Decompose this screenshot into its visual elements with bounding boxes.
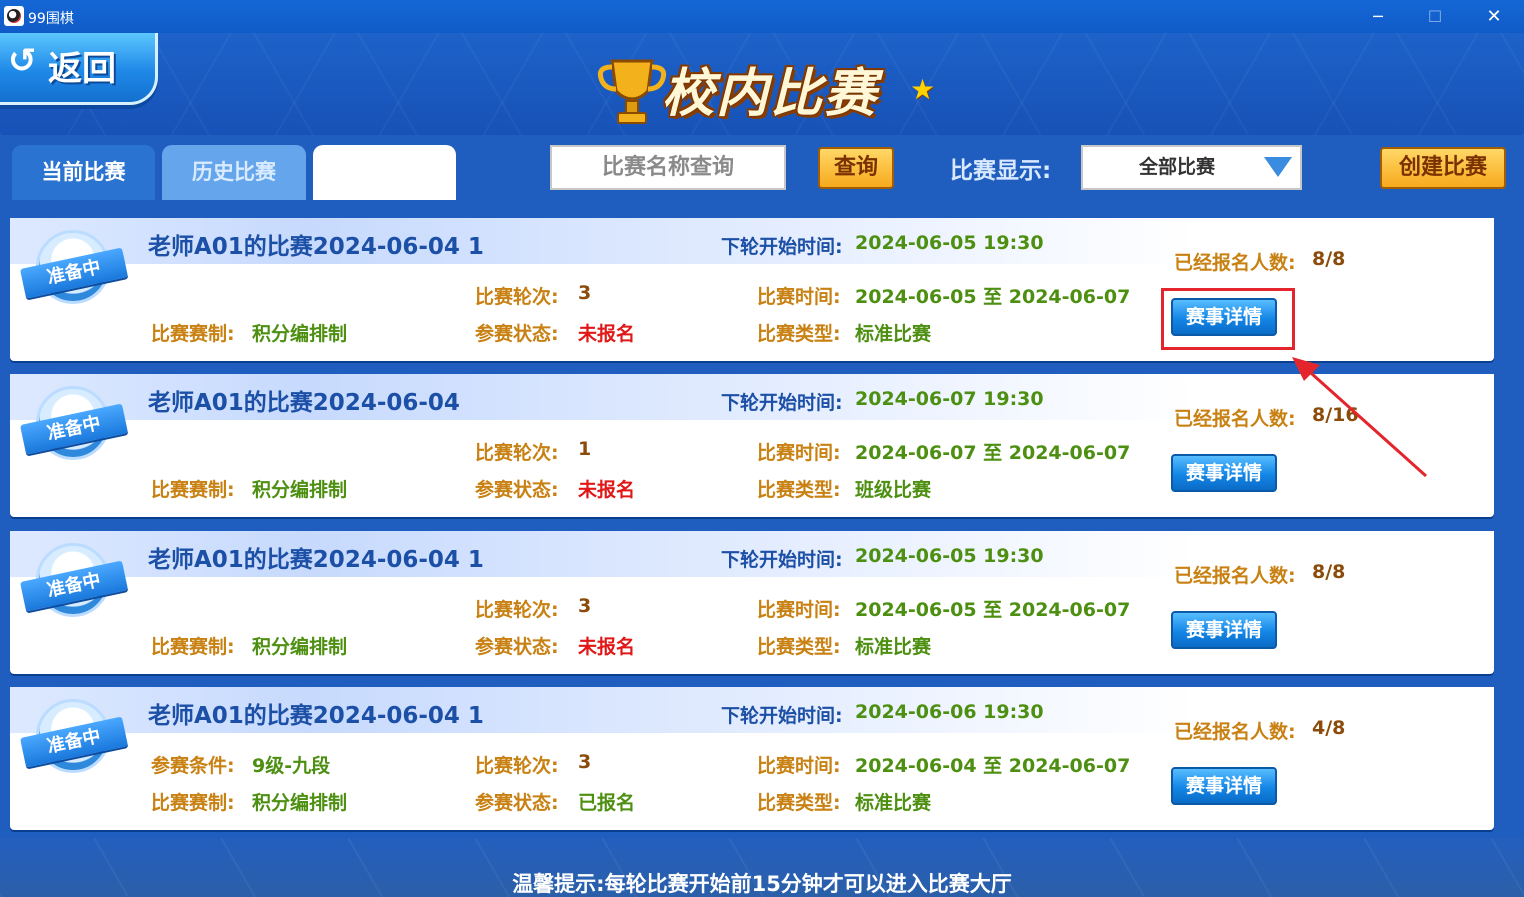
type-value: 标准比赛 <box>855 323 932 345</box>
search-button[interactable]: 查询 <box>818 147 894 189</box>
next-round-label: 下轮开始时间: <box>721 392 843 414</box>
filter-label: 比赛显示: <box>950 158 1052 184</box>
rounds-value: 3 <box>578 282 592 304</box>
status-value: 未报名 <box>578 636 636 658</box>
rounds-value: 3 <box>578 595 592 617</box>
page-title: 校内比赛 <box>662 64 879 124</box>
filter-select[interactable]: 全部比赛 <box>1081 145 1302 190</box>
next-round-value: 2024-06-05 19:30 <box>855 232 1044 254</box>
status-badge: 准备中 <box>20 230 128 306</box>
match-title: 老师A01的比赛2024-06-04 1 <box>148 234 484 260</box>
time-label: 比赛时间: <box>757 755 841 777</box>
match-detail-button[interactable]: 赛事详情 <box>1171 611 1277 649</box>
system-label: 比赛赛制: <box>151 792 235 814</box>
chevron-down-icon[interactable] <box>1264 157 1292 177</box>
type-label: 比赛类型: <box>757 323 841 345</box>
system-label: 比赛赛制: <box>151 636 235 658</box>
back-button-label: 返回 <box>48 49 116 89</box>
status-badge: 准备中 <box>20 386 128 462</box>
time-label: 比赛时间: <box>757 599 841 621</box>
match-card: 准备中 老师A01的比赛2024-06-04 1 下轮开始时间: 2024-06… <box>10 687 1494 830</box>
time-label: 比赛时间: <box>757 442 841 464</box>
match-title: 老师A01的比赛2024-06-04 <box>148 390 460 416</box>
page-header: ↺ 返回 校内比赛 ★ <box>0 33 1524 135</box>
status-label: 参赛状态: <box>475 792 559 814</box>
rounds-label: 比赛轮次: <box>475 599 559 621</box>
rounds-value: 1 <box>578 438 592 460</box>
window-title: 99围棋 <box>28 11 74 27</box>
tab-history-matches[interactable]: 历史比赛 <box>162 145 306 200</box>
rounds-value: 3 <box>578 751 592 773</box>
time-value: 2024-06-05 至 2024-06-07 <box>855 599 1131 621</box>
status-value: 未报名 <box>578 323 636 345</box>
time-label: 比赛时间: <box>757 286 841 308</box>
app-logo-icon <box>4 6 24 26</box>
match-detail-button[interactable]: 赛事详情 <box>1171 767 1277 805</box>
annotation-arrow-icon <box>1292 357 1428 478</box>
rounds-label: 比赛轮次: <box>475 286 559 308</box>
tab-blank[interactable] <box>313 145 456 200</box>
time-value: 2024-06-04 至 2024-06-07 <box>855 755 1131 777</box>
rounds-label: 比赛轮次: <box>475 442 559 464</box>
undo-arrow-icon: ↺ <box>8 41 37 81</box>
match-title: 老师A01的比赛2024-06-04 1 <box>148 547 484 573</box>
status-value: 未报名 <box>578 479 636 501</box>
system-value: 积分编排制 <box>252 792 348 814</box>
system-value: 积分编排制 <box>252 479 348 501</box>
status-label: 参赛状态: <box>475 323 559 345</box>
match-card: 准备中 老师A01的比赛2024-06-04 1 下轮开始时间: 2024-06… <box>10 531 1494 674</box>
registered-label: 已经报名人数: <box>1174 721 1296 743</box>
filter-select-value: 全部比赛 <box>1139 156 1216 178</box>
condition-label: 参赛条件: <box>151 755 235 777</box>
status-value: 已报名 <box>578 792 636 814</box>
match-detail-button[interactable]: 赛事详情 <box>1171 454 1277 492</box>
footer: 温馨提示:每轮比赛开始前15分钟才可以进入比赛大厅 <box>0 838 1524 897</box>
system-label: 比赛赛制: <box>151 323 235 345</box>
registered-label: 已经报名人数: <box>1174 565 1296 587</box>
match-card: 准备中 老师A01的比赛2024-06-04 下轮开始时间: 2024-06-0… <box>10 374 1494 517</box>
status-label: 参赛状态: <box>475 479 559 501</box>
type-label: 比赛类型: <box>757 792 841 814</box>
toolbar: 当前比赛 历史比赛 比赛名称查询 查询 比赛显示: 全部比赛 创建比赛 <box>0 135 1524 200</box>
highlight-box <box>1161 288 1295 350</box>
maximize-button[interactable]: ☐ <box>1415 4 1455 30</box>
status-badge: 准备中 <box>20 543 128 619</box>
type-label: 比赛类型: <box>757 636 841 658</box>
registered-value: 8/8 <box>1312 248 1346 270</box>
time-value: 2024-06-07 至 2024-06-07 <box>855 442 1131 464</box>
rounds-label: 比赛轮次: <box>475 755 559 777</box>
registered-label: 已经报名人数: <box>1174 252 1296 274</box>
type-label: 比赛类型: <box>757 479 841 501</box>
registered-label: 已经报名人数: <box>1174 408 1296 430</box>
condition-value: 9级-九段 <box>252 755 331 777</box>
window-titlebar: 99围棋 ─ ☐ ✕ <box>0 0 1524 33</box>
close-button[interactable]: ✕ <box>1474 4 1514 30</box>
star-icon: ★ <box>910 73 936 106</box>
next-round-label: 下轮开始时间: <box>721 236 843 258</box>
next-round-value: 2024-06-06 19:30 <box>855 701 1044 723</box>
time-value: 2024-06-05 至 2024-06-07 <box>855 286 1131 308</box>
next-round-label: 下轮开始时间: <box>721 705 843 727</box>
next-round-value: 2024-06-05 19:30 <box>855 545 1044 567</box>
next-round-value: 2024-06-07 19:30 <box>855 388 1044 410</box>
type-value: 标准比赛 <box>855 792 932 814</box>
trophy-icon <box>597 59 667 124</box>
system-label: 比赛赛制: <box>151 479 235 501</box>
registered-value: 4/8 <box>1312 717 1346 739</box>
search-input[interactable]: 比赛名称查询 <box>550 145 786 190</box>
footer-tip: 温馨提示:每轮比赛开始前15分钟才可以进入比赛大厅 <box>512 872 1012 896</box>
system-value: 积分编排制 <box>252 636 348 658</box>
minimize-button[interactable]: ─ <box>1358 4 1398 30</box>
create-match-button[interactable]: 创建比赛 <box>1380 147 1506 189</box>
match-title: 老师A01的比赛2024-06-04 1 <box>148 703 484 729</box>
status-badge: 准备中 <box>20 699 128 775</box>
status-label: 参赛状态: <box>475 636 559 658</box>
system-value: 积分编排制 <box>252 323 348 345</box>
next-round-label: 下轮开始时间: <box>721 549 843 571</box>
type-value: 标准比赛 <box>855 636 932 658</box>
type-value: 班级比赛 <box>855 479 932 501</box>
tab-current-matches[interactable]: 当前比赛 <box>12 145 155 200</box>
back-button[interactable]: ↺ 返回 <box>0 33 158 105</box>
registered-value: 8/8 <box>1312 561 1346 583</box>
